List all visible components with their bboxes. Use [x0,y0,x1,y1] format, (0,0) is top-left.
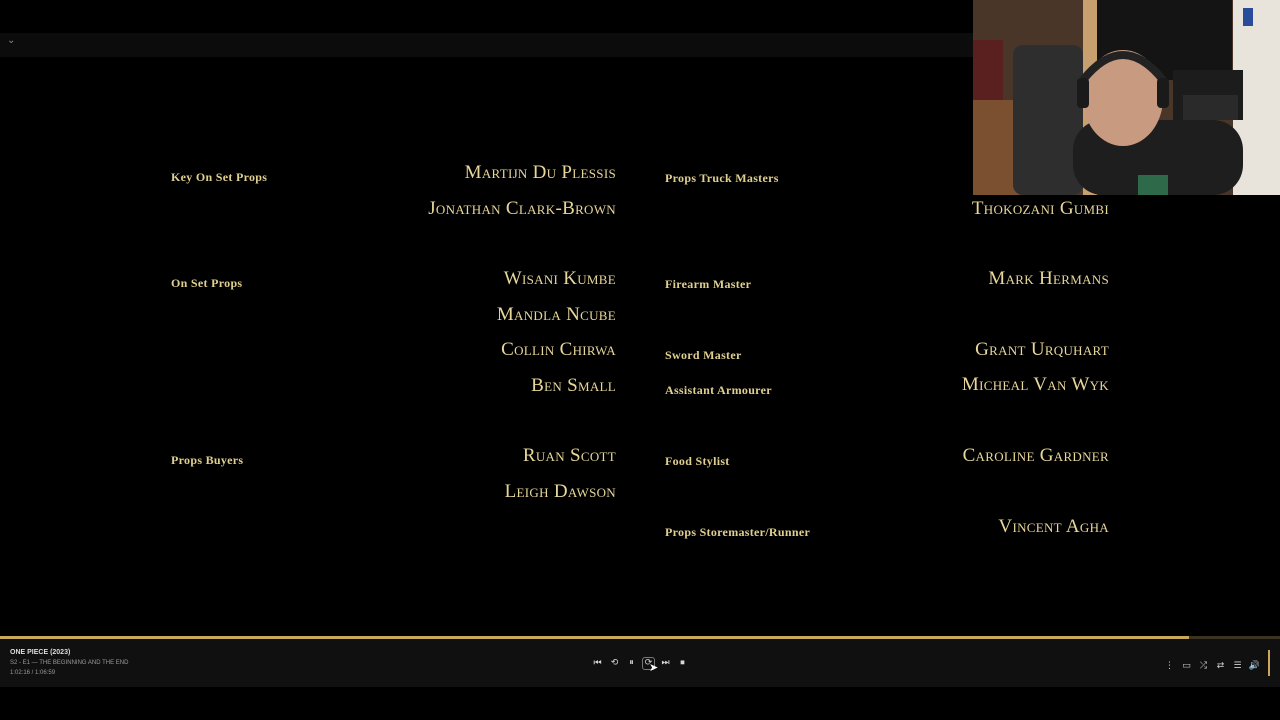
credit-name: Caroline Gardner [962,445,1109,466]
credit-role: Props Storemaster/Runner [665,525,811,539]
mouse-cursor-icon: ➤ [649,661,659,674]
player-options: ⋮ ▭ ⤮ ⇄ ☰ 🔊 [1164,650,1270,676]
credit-name: Vincent Agha [998,516,1109,537]
stop-icon[interactable]: ⏹ [677,658,688,669]
credit-role: Food Stylist [665,454,730,468]
webcam-overlay [973,0,1280,195]
media-title: ONE PIECE (2023) [10,649,71,656]
fullscreen-icon[interactable]: ▭ [1181,661,1192,672]
next-icon[interactable]: ⏭ [660,658,671,669]
credit-name: Mark Hermans [988,268,1109,289]
playlist-icon[interactable]: ☰ [1232,661,1243,672]
credit-name: Jonathan Clark-Brown [428,198,616,219]
credit-name: Micheal Van Wyk [961,374,1109,395]
credit-name: Collin Chirwa [501,339,616,360]
previous-icon[interactable]: ⏮ [592,658,603,669]
shuffle-icon[interactable]: ⤮ [1198,661,1209,672]
credit-role: Sword Master [665,348,742,362]
credit-name: Wisani Kumbe [503,268,616,289]
separator-icon: ⋮ [1165,661,1174,671]
credit-role: Assistant Armourer [665,383,772,397]
credit-role: Props Buyers [171,453,244,467]
credit-role: Key On Set Props [171,170,268,184]
now-playing: ONE PIECE (2023) S2 - E1 — THE BEGINNING… [10,647,128,678]
credit-name: Mandla Ncube [496,304,616,325]
rewind-icon[interactable]: ⟲ [609,658,620,669]
transport-controls: ⏮ ⟲ ⏸ ⟳ ⏭ ⏹ [592,656,688,670]
pause-icon[interactable]: ⏸ [626,658,637,669]
credit-name: Ben Small [531,375,616,396]
credit-role: On Set Props [171,276,243,290]
webcam-image [973,0,1280,195]
credit-name: Ruan Scott [522,445,616,466]
volume-slider[interactable] [1268,650,1270,676]
credit-name: Martijn Du Plessis [464,162,616,183]
credit-name: Thokozani Gumbi [971,198,1109,219]
credit-name: Grant Urquhart [975,339,1109,360]
credit-role: Props Truck Masters [665,171,779,185]
episode-title: S2 - E1 — THE BEGINNING AND THE END [10,660,129,666]
volume-icon[interactable]: 🔊 [1249,661,1260,672]
credit-name: Leigh Dawson [504,481,616,502]
player-bar: ONE PIECE (2023) S2 - E1 — THE BEGINNING… [0,639,1280,687]
credit-role: Firearm Master [665,277,752,291]
time-readout: 1:02:16 / 1:06:59 [10,670,56,676]
settings-icon[interactable]: ⇄ [1215,661,1226,672]
